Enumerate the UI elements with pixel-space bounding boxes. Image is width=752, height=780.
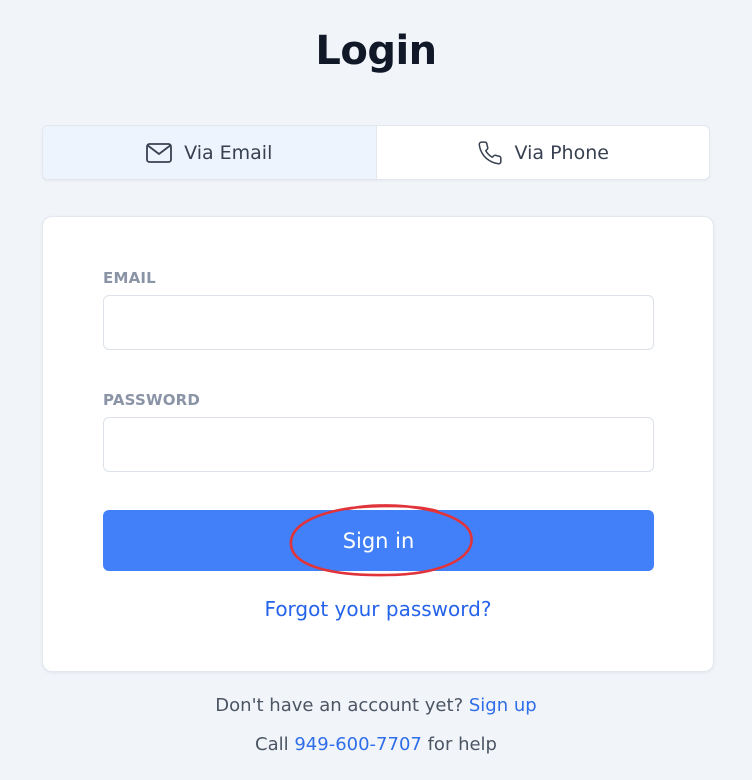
email-field[interactable]: [103, 295, 654, 350]
call-prefix: Call: [255, 734, 289, 755]
tab-via-email[interactable]: Via Email: [43, 126, 377, 179]
help-line: Call 949-600-7707 for help: [0, 734, 752, 755]
phone-icon: [477, 140, 503, 166]
page-title: Login: [315, 28, 437, 74]
email-label: EMAIL: [103, 269, 156, 287]
forgot-password-link[interactable]: Forgot your password?: [43, 597, 713, 621]
envelope-icon: [146, 142, 173, 163]
login-card: EMAIL PASSWORD Sign in Forgot your passw…: [42, 216, 714, 672]
signup-prompt: Don't have an account yet? Sign up: [0, 695, 752, 716]
tab-via-email-label: Via Email: [184, 141, 273, 164]
signup-prompt-text: Don't have an account yet?: [215, 695, 464, 716]
sign-up-link[interactable]: Sign up: [469, 695, 537, 716]
phone-number-link[interactable]: 949-600-7707: [294, 734, 422, 755]
login-method-tabs: Via Email Via Phone: [42, 125, 710, 180]
password-label: PASSWORD: [103, 391, 201, 409]
tab-via-phone-label: Via Phone: [514, 141, 609, 164]
tab-via-phone[interactable]: Via Phone: [377, 126, 710, 179]
password-field[interactable]: [103, 417, 654, 472]
sign-in-button[interactable]: Sign in: [103, 510, 654, 571]
call-suffix: for help: [427, 734, 497, 755]
